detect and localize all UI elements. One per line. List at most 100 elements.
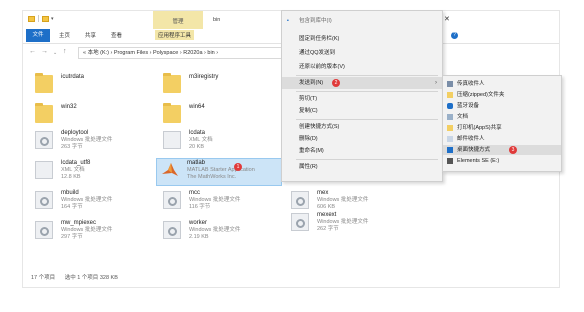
- back-icon[interactable]: ←: [29, 48, 36, 55]
- submenu-item-label: 邮件收件人: [457, 136, 485, 142]
- file-name: lcdata_utf8: [61, 160, 91, 166]
- up-icon[interactable]: ↑: [63, 48, 67, 55]
- documents-icon: [447, 114, 453, 120]
- status-bar: 17 个项目 选中 1 个项目 328 KB: [31, 273, 126, 281]
- menu-item-label: 通过QQ发送到: [299, 50, 336, 56]
- menu-item-label: 还原以前的版本(V): [299, 64, 345, 70]
- file-name: mw_mpiexec: [61, 220, 97, 226]
- file-name: matlab: [187, 160, 206, 166]
- quick-access-toolbar: ▾: [28, 15, 54, 22]
- submenu-item-printer-share[interactable]: 打印机(AppS)共享: [443, 123, 561, 133]
- file-name: win32: [61, 104, 77, 110]
- menu-item-label: 复制(C): [299, 108, 318, 114]
- submenu-item-bluetooth[interactable]: 蓝牙设备: [443, 101, 561, 111]
- submenu-item-label: 蓝牙设备: [457, 103, 480, 109]
- file-size: 2.19 KB: [189, 234, 209, 240]
- chevron-down-icon[interactable]: ▾: [51, 16, 54, 22]
- submenu-item-mail[interactable]: 邮件收件人: [443, 134, 561, 144]
- menu-item-send-to[interactable]: 发送到(N) ›: [282, 77, 442, 89]
- menu-item-copy[interactable]: 复制(C): [282, 105, 442, 117]
- file-type: Windows 批处理文件: [317, 197, 369, 203]
- folder-icon: [35, 73, 53, 93]
- file-size: 20 KB: [189, 144, 204, 150]
- list-item[interactable]: mw_mpiexec Windows 批处理文件 297 字节: [35, 219, 145, 245]
- list-item[interactable]: m3iregistry: [163, 73, 273, 99]
- batch-file-icon: [291, 213, 309, 231]
- file-size: 297 字节: [61, 234, 83, 240]
- submenu-item-label: 传真收件人: [457, 81, 485, 87]
- address-bar[interactable]: « 本地 (K:) › Program Files › Polyspace › …: [78, 47, 298, 59]
- file-name: m3iregistry: [189, 74, 219, 80]
- submenu-item-label: 文档: [457, 114, 469, 120]
- file-name: worker: [189, 220, 208, 226]
- submenu-item-drive-e[interactable]: Elements SE (E:): [443, 156, 561, 166]
- close-icon[interactable]: ✕: [444, 15, 450, 23]
- menu-item-label: 包含到库中(I): [299, 18, 332, 24]
- step-badge: 2: [332, 79, 340, 87]
- forward-icon[interactable]: →: [41, 48, 48, 55]
- file-name: win64: [189, 104, 205, 110]
- batch-file-icon: [291, 191, 309, 209]
- list-item[interactable]: mexext Windows 批处理文件 262 字节: [291, 211, 411, 237]
- chevron-right-icon: ›: [435, 80, 437, 86]
- help-icon[interactable]: ?: [451, 32, 458, 39]
- drive-icon: [447, 158, 453, 164]
- menu-item-label: 发送到(N): [299, 80, 324, 86]
- file-name: mexext: [317, 212, 337, 218]
- list-item[interactable]: worker Windows 批处理文件 2.19 KB: [163, 219, 273, 245]
- folder-icon: [163, 103, 181, 123]
- menu-item-rename[interactable]: 重命名(M): [282, 145, 442, 157]
- list-item[interactable]: lcdata_utf8 XML 文档 12.8 KB: [35, 159, 145, 185]
- fax-icon: [447, 81, 453, 87]
- tab-file[interactable]: 文件: [26, 29, 50, 42]
- file-name: mex: [317, 190, 329, 196]
- file-size: 116 字节: [189, 204, 211, 210]
- list-item[interactable]: mcc Windows 批处理文件 116 字节: [163, 189, 273, 215]
- submenu-item-documents[interactable]: 文档: [443, 112, 561, 122]
- list-item[interactable]: lcdata XML 文档 20 KB: [163, 129, 273, 155]
- zip-folder-icon: [447, 92, 453, 98]
- list-item[interactable]: win32: [35, 103, 145, 129]
- folder-icon[interactable]: [42, 15, 49, 22]
- folder-icon[interactable]: [28, 15, 35, 22]
- list-item[interactable]: mbuild Windows 批处理文件 164 字节: [35, 189, 145, 215]
- context-tab-manage[interactable]: 管理: [153, 11, 203, 29]
- folder-icon: [163, 73, 181, 93]
- submenu-item-desktop-shortcut[interactable]: 桌面快捷方式: [443, 145, 561, 155]
- menu-item-cut[interactable]: 剪切(T): [282, 93, 442, 105]
- chevron-down-icon[interactable]: ⌄: [53, 50, 57, 56]
- submenu-item-fax[interactable]: 传真收件人: [443, 79, 561, 89]
- step-badge: 3: [509, 146, 517, 154]
- tab-home[interactable]: 主页: [59, 31, 70, 39]
- context-menu: ▪ 包含到库中(I) 固定到任务栏(K) 通过QQ发送到 还原以前的版本(V) …: [281, 10, 443, 182]
- divider: [296, 75, 438, 76]
- menu-item-pin-taskbar[interactable]: 固定到任务栏(K): [282, 33, 442, 45]
- list-item[interactable]: icutrdata: [35, 73, 145, 99]
- menu-item-delete[interactable]: 删除(D): [282, 133, 442, 145]
- file-size: 262 字节: [317, 226, 339, 232]
- menu-item-properties[interactable]: 属性(R): [282, 161, 442, 173]
- folder-icon: [447, 125, 453, 131]
- matlab-icon: [161, 161, 179, 179]
- tab-app-tools[interactable]: 应用程序工具: [155, 30, 195, 40]
- file-name: icutrdata: [61, 74, 85, 80]
- menu-item-include-in-library[interactable]: ▪ 包含到库中(I): [282, 15, 442, 27]
- menu-item-restore-versions[interactable]: 还原以前的版本(V): [282, 61, 442, 73]
- file-type: Windows 批处理文件: [189, 197, 241, 203]
- list-item[interactable]: deploytool Windows 批处理文件 263 字节: [35, 129, 145, 155]
- file-type: Windows 批处理文件: [61, 197, 113, 203]
- file-size: 12.8 KB: [61, 174, 81, 180]
- file-name: deploytool: [61, 130, 89, 136]
- tab-view[interactable]: 查看: [111, 31, 122, 39]
- menu-item-create-shortcut[interactable]: 创建快捷方式(S): [282, 121, 442, 133]
- submenu-item-label: 打印机(AppS)共享: [457, 125, 502, 131]
- submenu-item-zip[interactable]: 压缩(zipped)文件夹: [443, 90, 561, 100]
- mail-icon: [447, 136, 453, 142]
- list-item-selected[interactable]: matlab MATLAB Starter Application The Ma…: [156, 158, 282, 186]
- menu-item-send-qq[interactable]: 通过QQ发送到: [282, 47, 442, 59]
- divider: [38, 15, 39, 22]
- list-item[interactable]: win64: [163, 103, 273, 129]
- tab-share[interactable]: 共享: [85, 31, 96, 39]
- file-company: The MathWorks Inc.: [187, 174, 237, 180]
- desktop-icon: [447, 147, 453, 153]
